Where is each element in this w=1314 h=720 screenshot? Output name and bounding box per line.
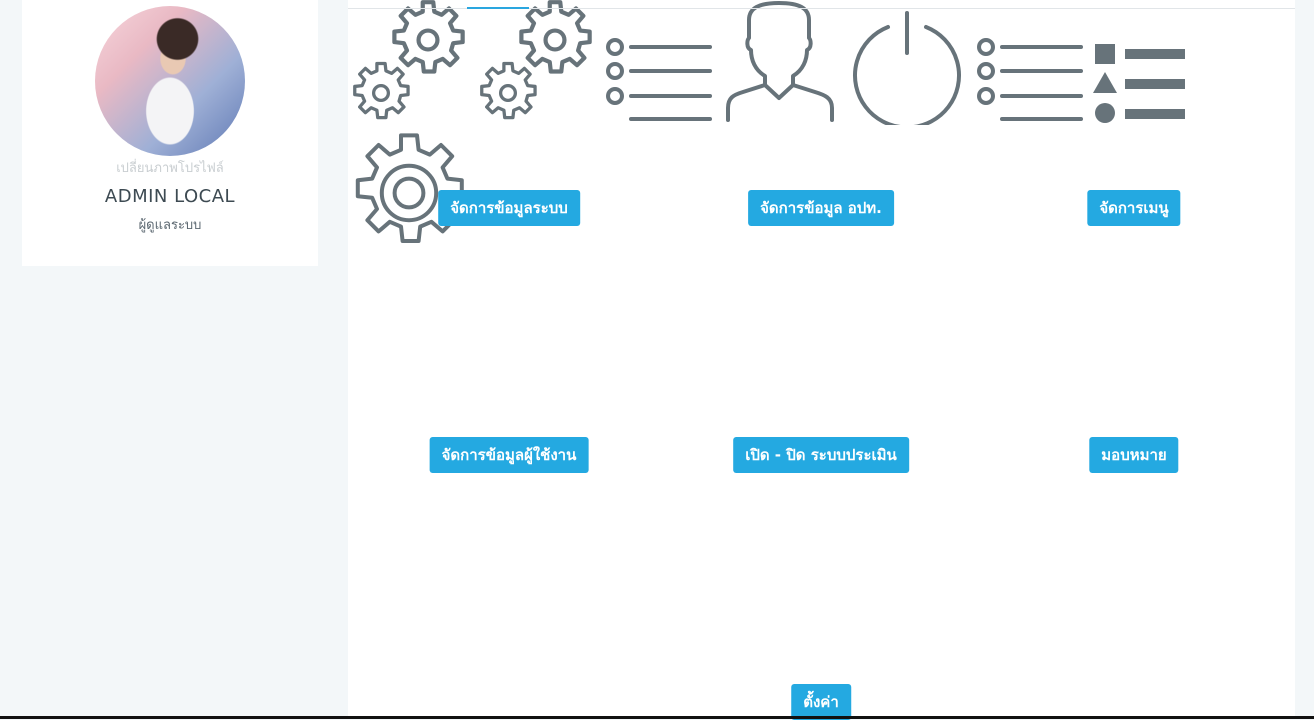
- manage-local-org-data-button[interactable]: จัดการข้อมูล อปท.: [748, 190, 894, 226]
- main-panel: จัดการข้อมูลระบบ จัดการข้อมูล อปท. จัดกา…: [348, 0, 1295, 720]
- list-icon: [606, 38, 713, 121]
- user-name: ADMIN LOCAL: [104, 186, 236, 207]
- manage-system-data-button[interactable]: จัดการข้อมูลระบบ: [438, 190, 580, 226]
- user-role: ผู้ดูแลระบบ: [138, 218, 202, 233]
- assign-button[interactable]: มอบหมาย: [1089, 437, 1179, 473]
- user-icon: [726, 1, 835, 122]
- gears-icon: [353, 0, 470, 120]
- settings-button[interactable]: ตั้งค่า: [791, 684, 851, 720]
- change-photo-link[interactable]: เปลี่ยนภาพโปรไฟล์: [22, 157, 318, 178]
- gears-icon: [480, 0, 597, 120]
- power-icon: [853, 11, 962, 130]
- manage-menu-button[interactable]: จัดการเมนู: [1087, 190, 1181, 226]
- avatar[interactable]: [95, 6, 245, 156]
- active-tab-indicator[interactable]: [467, 7, 529, 9]
- open-close-evaluation-button[interactable]: เปิด - ปิด ระบบประเมิน: [733, 437, 909, 473]
- list-icon: [977, 38, 1084, 121]
- shapes-list-icon: [1092, 44, 1185, 123]
- profile-card: เปลี่ยนภาพโปรไฟล์ ADMIN LOCAL ผู้ดูแลระบ…: [22, 0, 318, 266]
- manage-user-data-button[interactable]: จัดการข้อมูลผู้ใช้งาน: [429, 437, 589, 473]
